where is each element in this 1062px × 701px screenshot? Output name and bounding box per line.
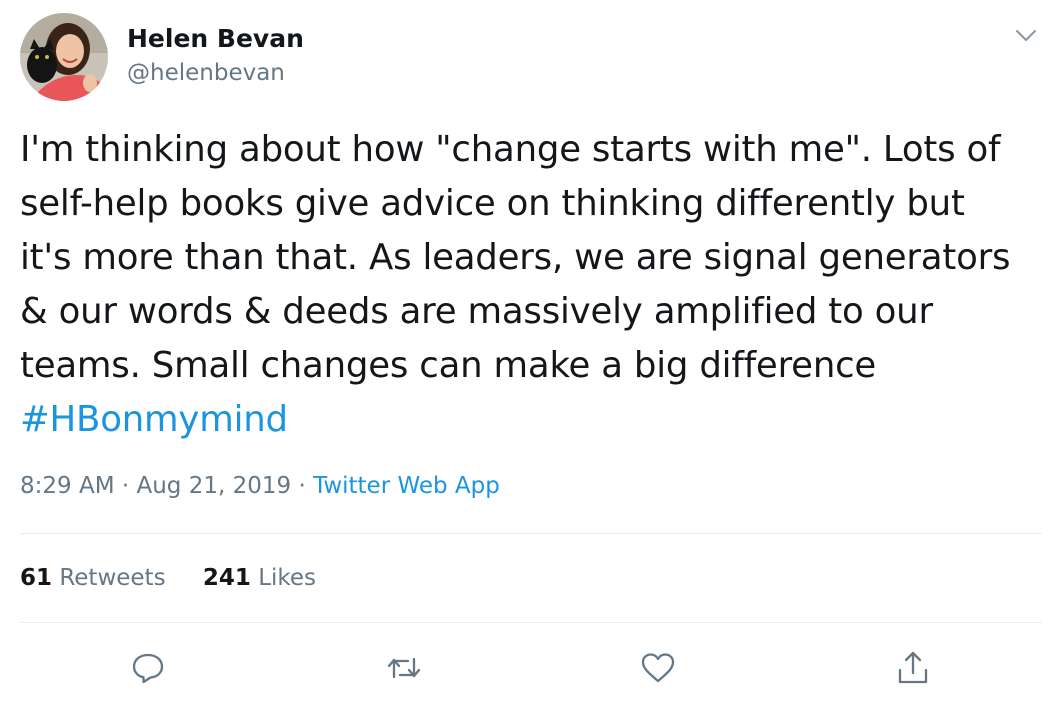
tweet-meta: 8:29 AM · Aug 21, 2019 · Twitter Web App xyxy=(20,473,500,499)
hashtag-link[interactable]: #HBonmymind xyxy=(20,399,288,440)
tweet-stats: 61 Retweets 241 Likes xyxy=(20,565,316,591)
share-button[interactable] xyxy=(893,648,933,688)
retweets-label: Retweets xyxy=(59,565,166,591)
meta-separator: · xyxy=(114,473,137,499)
like-button[interactable] xyxy=(638,648,678,688)
reply-icon xyxy=(132,653,164,684)
reply-button[interactable] xyxy=(128,648,168,688)
retweets-count: 61 xyxy=(20,565,53,591)
tweet-date[interactable]: Aug 21, 2019 xyxy=(136,473,291,499)
likes-stat[interactable]: 241 Likes xyxy=(203,565,316,591)
meta-separator: · xyxy=(291,473,314,499)
tweet-body: I'm thinking about how "change starts wi… xyxy=(20,129,1011,386)
avatar[interactable] xyxy=(20,13,108,101)
tweet-text: I'm thinking about how "change starts wi… xyxy=(20,123,1050,447)
tweet-source-link[interactable]: Twitter Web App xyxy=(313,473,500,499)
author-handle[interactable]: @helenbevan xyxy=(127,60,285,86)
avatar-photo xyxy=(20,13,108,101)
tweet-time[interactable]: 8:29 AM xyxy=(20,473,115,499)
likes-count: 241 xyxy=(202,565,251,591)
divider xyxy=(20,622,1042,623)
like-icon xyxy=(641,653,675,683)
retweet-button[interactable] xyxy=(384,648,424,688)
tweet-card: Helen Bevan @helenbevan I'm thinking abo… xyxy=(0,0,1062,701)
author-name[interactable]: Helen Bevan xyxy=(127,24,304,53)
retweet-icon xyxy=(387,657,421,679)
divider xyxy=(20,533,1042,534)
retweets-stat[interactable]: 61 Retweets xyxy=(20,565,166,591)
share-icon xyxy=(898,651,928,684)
likes-label: Likes xyxy=(258,565,317,591)
chevron-down-icon[interactable] xyxy=(1010,20,1042,52)
